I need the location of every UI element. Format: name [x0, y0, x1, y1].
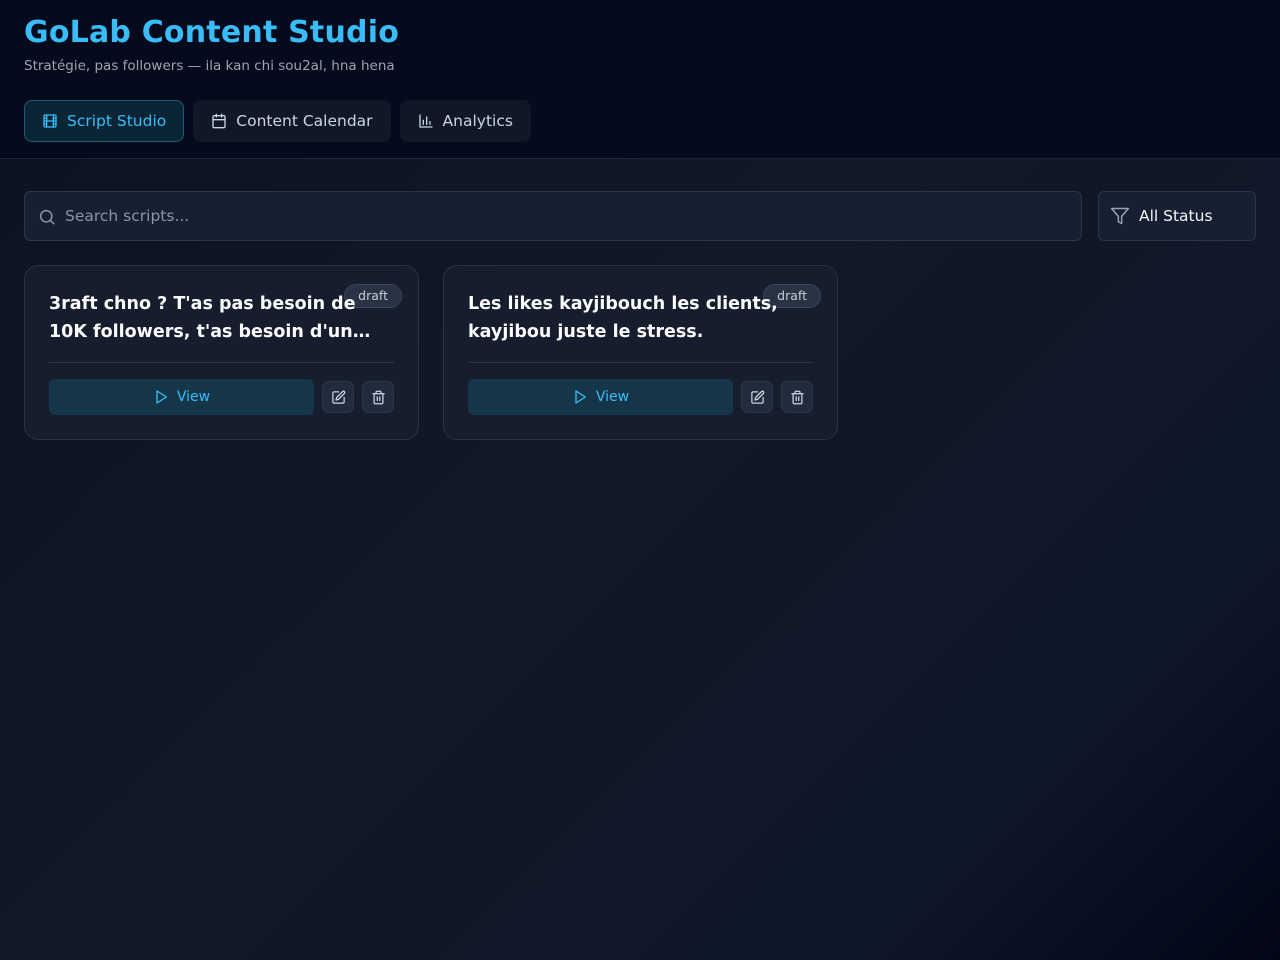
delete-button[interactable]	[781, 381, 813, 413]
calendar-icon	[212, 113, 226, 129]
tab-script-studio[interactable]: Script Studio	[24, 100, 185, 142]
script-title: Les likes kayjibouch les clients, kayjib…	[468, 294, 778, 342]
search-input[interactable]	[65, 192, 1065, 240]
toolbar: All Status	[24, 191, 1256, 241]
tab-analytics[interactable]: Analytics	[399, 100, 531, 142]
view-button-label: View	[176, 389, 211, 405]
script-card: draft Les likes kayjibouch les clients, …	[443, 265, 838, 440]
card-divider	[468, 362, 813, 363]
play-icon	[575, 390, 586, 404]
tab-label: Script Studio	[67, 112, 167, 130]
delete-button[interactable]	[362, 381, 394, 413]
trash-icon	[790, 390, 804, 404]
view-button[interactable]: View	[468, 379, 733, 415]
app-subtitle: Stratégie, pas followers — ila kan chi s…	[24, 58, 395, 74]
card-divider	[49, 362, 394, 363]
status-filter-value: All Status	[1139, 207, 1213, 225]
app-title: GoLab Content Studio	[24, 15, 400, 50]
bar-chart-icon	[418, 114, 433, 128]
play-icon	[156, 390, 167, 404]
tab-label: Analytics	[442, 112, 513, 130]
tab-label: Content Calendar	[236, 112, 373, 130]
status-filter-select[interactable]: All Status	[1098, 191, 1256, 241]
edit-icon	[331, 390, 345, 404]
filter-icon	[1110, 207, 1130, 225]
search-box	[24, 191, 1082, 241]
tab-bar: Script Studio Content Calendar Analytics	[24, 100, 531, 142]
trash-icon	[371, 390, 385, 404]
search-icon	[39, 209, 55, 225]
edit-icon	[750, 390, 764, 404]
script-title: 3raft chno ? T'as pas besoin de 10K foll…	[49, 294, 371, 342]
script-card: draft 3raft chno ? T'as pas besoin de 10…	[24, 265, 419, 440]
view-button[interactable]: View	[49, 379, 314, 415]
app-header: GoLab Content Studio Stratégie, pas foll…	[0, 0, 1280, 159]
edit-button[interactable]	[322, 381, 354, 413]
tab-content-calendar[interactable]: Content Calendar	[193, 100, 391, 142]
edit-button[interactable]	[741, 381, 773, 413]
view-button-label: View	[595, 389, 630, 405]
film-icon	[43, 114, 57, 128]
